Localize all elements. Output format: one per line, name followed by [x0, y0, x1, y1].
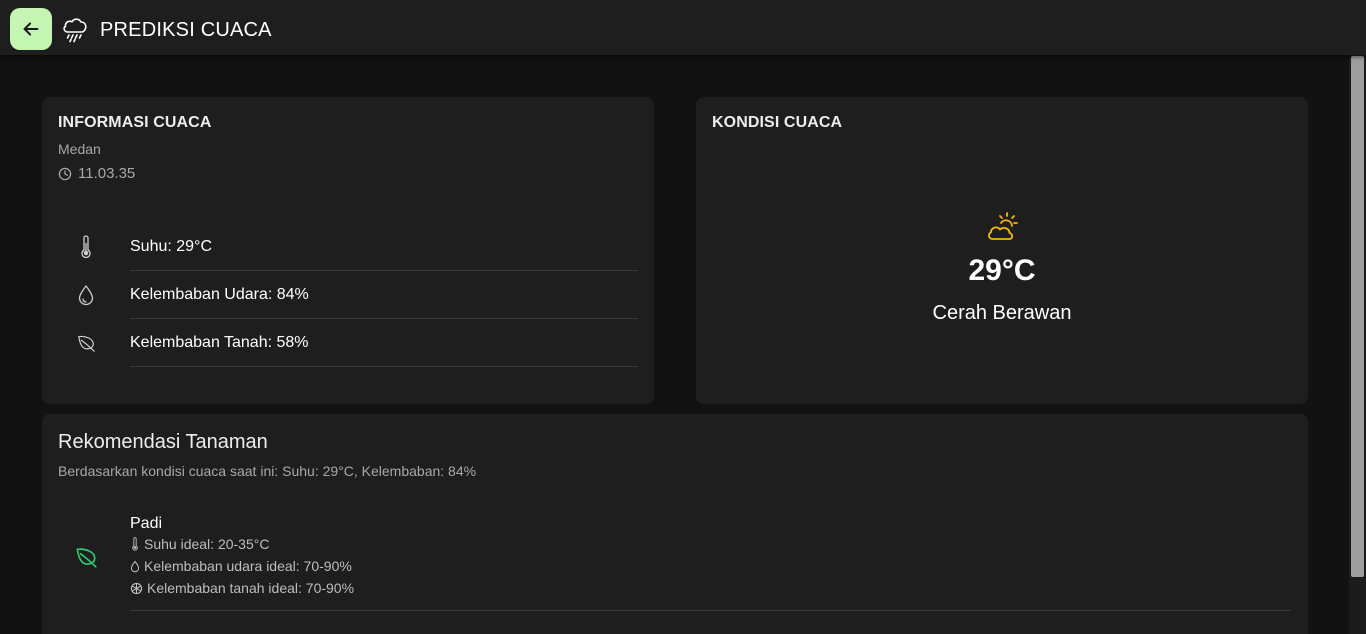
- card-heading: KONDISI CUACA: [712, 114, 843, 131]
- condition-description: Cerah Berawan: [932, 302, 1072, 324]
- time-value: 11.03.35: [78, 165, 136, 182]
- condition-display: 29°C Cerah Berawan: [696, 209, 1308, 325]
- partly-cloudy-sun-icon: [988, 212, 1018, 240]
- page-title: PREDIKSI CUACA: [100, 19, 272, 41]
- scrollbar-thumb[interactable]: [1351, 56, 1364, 577]
- thermometer-icon: [132, 537, 138, 551]
- thermometer-icon: [76, 235, 96, 259]
- back-button[interactable]: [10, 8, 52, 50]
- city-label: Medan: [58, 141, 101, 157]
- plant-humidity-ideal: Kelembaban udara ideal: 70-90%: [130, 558, 352, 574]
- weather-condition-card: KONDISI CUACA 29°C Cerah Berawan: [696, 97, 1308, 404]
- droplet-icon: [76, 283, 96, 307]
- leaf-icon: [76, 548, 97, 568]
- air-humidity-text: Kelembaban Udara: 84%: [130, 286, 309, 303]
- card-heading: INFORMASI CUACA: [58, 114, 212, 131]
- arrow-left-icon: [23, 22, 39, 36]
- weather-info-card: INFORMASI CUACA Medan 11.03.35 Suhu: 29°…: [42, 97, 654, 404]
- list-item-air-humidity: Kelembaban Udara: 84%: [58, 271, 638, 319]
- soil-humidity-text: Kelembaban Tanah: 58%: [130, 334, 309, 351]
- plant-temp-ideal-text: Suhu ideal: 20-35°C: [144, 536, 270, 552]
- divider: [130, 610, 1291, 611]
- time-row: 11.03.35: [58, 165, 135, 182]
- list-item-temperature: Suhu: 29°C: [58, 223, 638, 271]
- droplet-icon: [130, 560, 140, 572]
- plant-soil-ideal-text: Kelembaban tanah ideal: 70-90%: [147, 580, 355, 596]
- app-bar: PREDIKSI CUACA: [0, 0, 1366, 55]
- plant-name: Padi: [130, 515, 163, 532]
- divider: [130, 366, 638, 367]
- cloud-rain-icon: [63, 18, 87, 43]
- list-item-soil-humidity: Kelembaban Tanah: 58%: [58, 319, 638, 367]
- plant-soil-ideal: Kelembaban tanah ideal: 70-90%: [130, 580, 354, 596]
- condition-temperature: 29°C: [968, 254, 1036, 287]
- temperature-text: Suhu: 29°C: [130, 238, 213, 255]
- clock-icon: [58, 167, 72, 180]
- plant-recommendation-card: Rekomendasi Tanaman Berdasarkan kondisi …: [42, 414, 1308, 634]
- recommendation-title: Rekomendasi Tanaman: [58, 431, 268, 453]
- leaf-icon: [76, 331, 96, 355]
- snowflake-icon: [130, 582, 143, 594]
- recommendation-subtitle: Berdasarkan kondisi cuaca saat ini: Suhu…: [58, 463, 477, 479]
- plant-humidity-ideal-text: Kelembaban udara ideal: 70-90%: [144, 558, 352, 574]
- plant-temp-ideal: Suhu ideal: 20-35°C: [130, 536, 269, 552]
